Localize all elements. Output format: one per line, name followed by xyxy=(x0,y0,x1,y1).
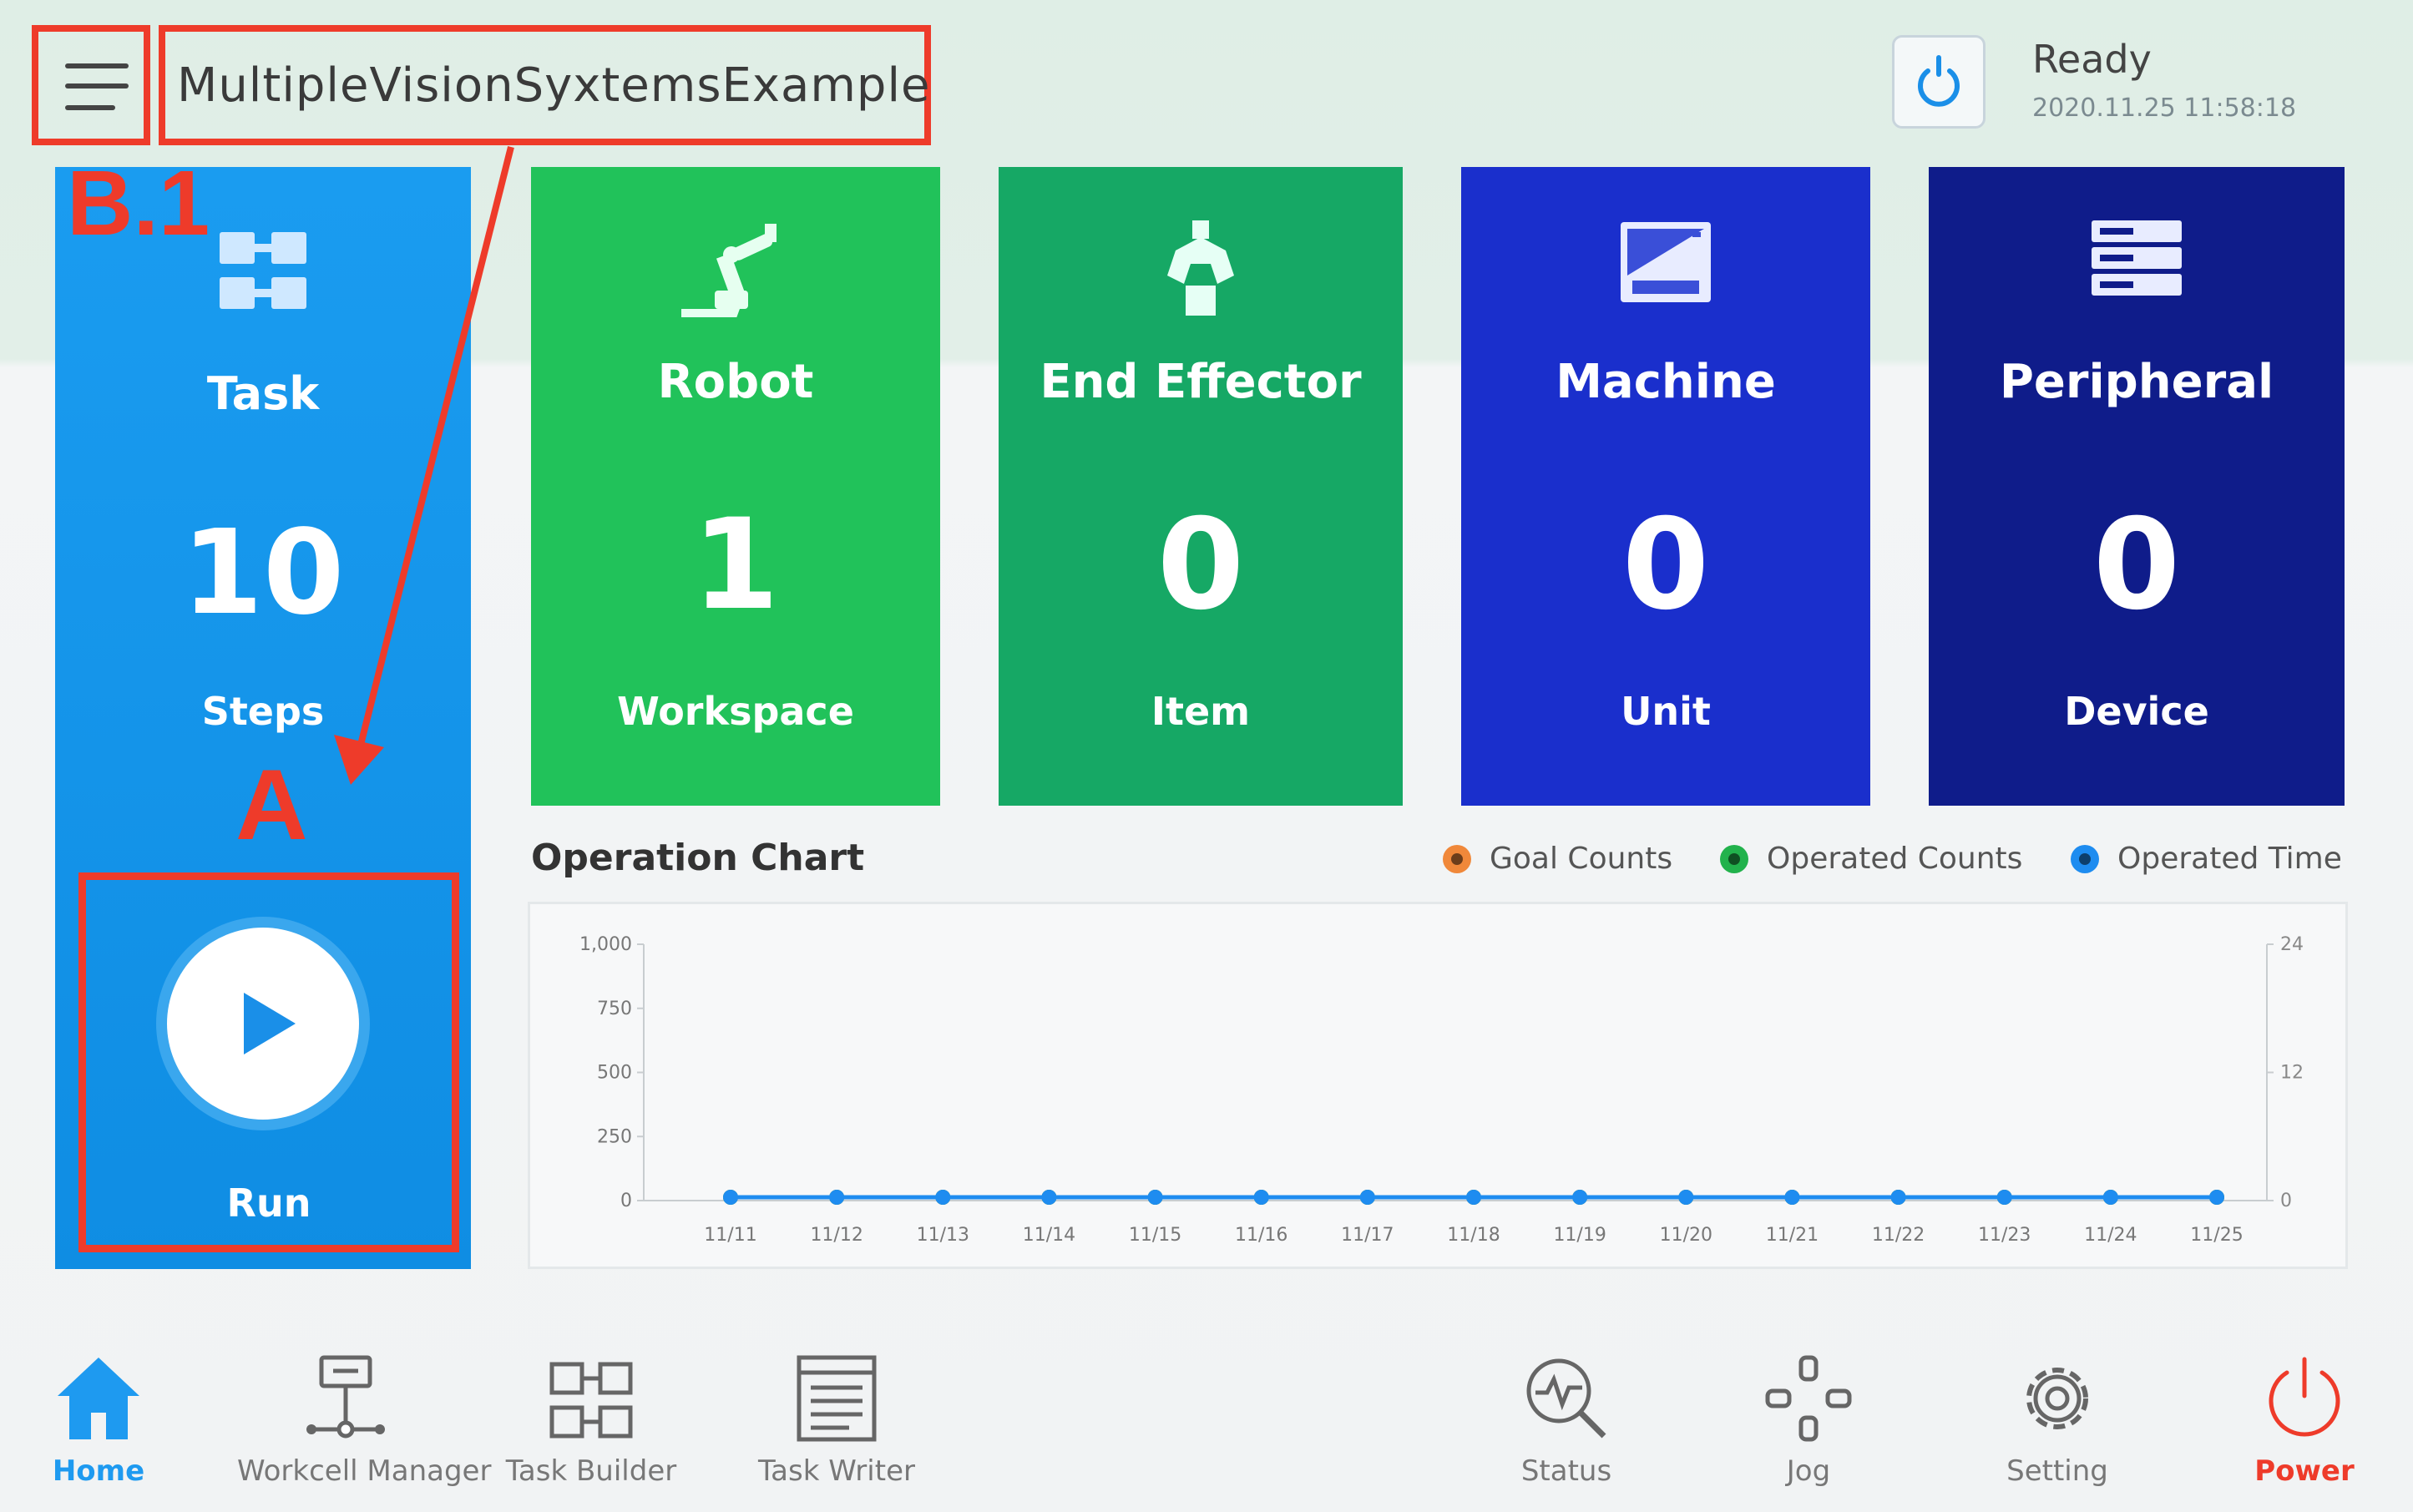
y-right-tick-label: 24 xyxy=(2280,934,2304,955)
nav-workcell-manager-label: Workcell Manager xyxy=(237,1454,492,1488)
x-tick-label: 11/14 xyxy=(1023,1225,1075,1246)
peripheral-card-count: 0 xyxy=(2092,493,2181,638)
operation-chart-panel: 1,000 750 500 250 0 24 12 0 11/11 11/12 11/13 11/14… xyxy=(528,902,2348,1269)
gripper-icon xyxy=(1167,220,1234,316)
nav-power[interactable]: Power xyxy=(2196,1327,2413,1512)
y-left-tick-label: 500 xyxy=(597,1063,632,1084)
nav-workcell-manager[interactable]: Workcell Manager xyxy=(237,1327,492,1512)
annotation-label-b1: B.1 xyxy=(67,152,210,255)
nav-home-label: Home xyxy=(52,1454,145,1488)
nav-jog[interactable]: Jog xyxy=(1700,1327,1917,1512)
nav-jog-label: Jog xyxy=(1786,1454,1831,1488)
x-tick-label: 11/18 xyxy=(1447,1225,1500,1246)
series-point xyxy=(1359,1190,1375,1205)
workcell-icon xyxy=(306,1355,385,1439)
nav-setting-label: Setting xyxy=(2006,1454,2108,1488)
task-builder-icon xyxy=(549,1362,633,1439)
nav-status-label: Status xyxy=(1520,1454,1612,1488)
jog-icon xyxy=(1765,1355,1852,1442)
series-point xyxy=(2209,1190,2224,1205)
x-tick-label: 11/19 xyxy=(1553,1225,1606,1246)
machine-card-count: 0 xyxy=(1621,493,1710,638)
series-point xyxy=(1996,1190,2012,1205)
series-point xyxy=(1572,1190,1588,1205)
nav-power-label: Power xyxy=(2254,1454,2355,1488)
y-left-tick-label: 750 xyxy=(597,999,632,1019)
machine-icon xyxy=(1621,222,1711,302)
legend-label-operated-counts: Operated Counts xyxy=(1767,842,2023,876)
server-icon xyxy=(2092,220,2182,296)
y-left-tick-label: 0 xyxy=(620,1191,632,1211)
machine-card-unit: Unit xyxy=(1621,689,1711,734)
series-point xyxy=(935,1190,951,1205)
home-icon xyxy=(58,1358,139,1439)
robot-card-unit: Workspace xyxy=(617,689,854,734)
legend-operated-counts[interactable]: Operated Counts xyxy=(1720,842,2022,876)
robot-arm-icon xyxy=(681,224,777,317)
annotation-label-a: A xyxy=(235,749,308,861)
y-left-tick-label: 1,000 xyxy=(579,934,632,955)
x-tick-label: 11/11 xyxy=(704,1225,756,1246)
series-point xyxy=(829,1190,845,1205)
legend-label-goal: Goal Counts xyxy=(1490,842,1673,876)
series-point xyxy=(1253,1190,1269,1205)
series-point xyxy=(1147,1190,1163,1205)
x-tick-label: 11/17 xyxy=(1341,1225,1394,1246)
nav-setting[interactable]: Setting xyxy=(1949,1327,2166,1512)
power-icon xyxy=(2269,1357,2340,1437)
x-tick-label: 11/15 xyxy=(1129,1225,1181,1246)
x-tick-label: 11/23 xyxy=(1978,1225,2031,1246)
nav-status[interactable]: Status xyxy=(1458,1327,1675,1512)
end-effector-card-unit: Item xyxy=(1151,689,1251,734)
series-point xyxy=(1678,1190,1694,1205)
robot-card[interactable]: Robot 1 Workspace xyxy=(531,167,940,806)
series-point xyxy=(723,1190,738,1205)
series-point xyxy=(1041,1190,1057,1205)
series-point xyxy=(1890,1190,1906,1205)
status-icon xyxy=(1526,1358,1606,1439)
y-right-tick-label: 12 xyxy=(2280,1063,2304,1084)
x-tick-label: 11/22 xyxy=(1872,1225,1925,1246)
legend-operated-time[interactable]: Operated Time xyxy=(2071,842,2342,876)
bottom-navigation: Home Workcell Manager Task Builder Task … xyxy=(0,1327,2413,1512)
peripheral-card-title: Peripheral xyxy=(1999,355,2274,409)
robot-card-title: Robot xyxy=(657,355,814,409)
peripheral-card-unit: Device xyxy=(2064,689,2209,734)
nav-task-builder-label: Task Builder xyxy=(505,1454,677,1488)
nav-task-builder[interactable]: Task Builder xyxy=(483,1327,700,1512)
machine-card[interactable]: Machine 0 Unit xyxy=(1461,167,1870,806)
end-effector-card-title: End Effector xyxy=(1040,355,1362,409)
series-point xyxy=(1784,1190,1800,1205)
x-tick-label: 11/20 xyxy=(1660,1225,1712,1246)
robot-card-count: 1 xyxy=(691,493,780,638)
x-tick-label: 11/25 xyxy=(2190,1225,2243,1246)
x-tick-label: 11/16 xyxy=(1235,1225,1287,1246)
x-tick-label: 11/12 xyxy=(810,1225,863,1246)
gear-icon xyxy=(2026,1368,2088,1429)
legend-dot-operated-time xyxy=(2071,844,2099,873)
x-tick-label: 11/24 xyxy=(2084,1225,2137,1246)
task-writer-icon xyxy=(797,1355,877,1442)
legend-dot-goal xyxy=(1443,844,1471,873)
y-right-tick-label: 0 xyxy=(2280,1191,2292,1211)
nav-home[interactable]: Home xyxy=(0,1327,207,1512)
end-effector-card-count: 0 xyxy=(1156,493,1245,638)
nav-task-writer[interactable]: Task Writer xyxy=(728,1327,945,1512)
nav-task-writer-label: Task Writer xyxy=(758,1454,915,1488)
end-effector-card[interactable]: End Effector 0 Item xyxy=(999,167,1403,806)
machine-card-title: Machine xyxy=(1556,355,1776,409)
chart-title: Operation Chart xyxy=(531,837,865,879)
series-point xyxy=(2102,1190,2118,1205)
y-left-tick-label: 250 xyxy=(597,1126,632,1147)
x-tick-label: 11/13 xyxy=(917,1225,969,1246)
operation-chart: 1,000 750 500 250 0 24 12 0 11/11 11/12 11/13 11/14… xyxy=(579,934,2304,1246)
x-tick-label: 11/21 xyxy=(1766,1225,1819,1246)
legend-goal-counts[interactable]: Goal Counts xyxy=(1443,842,1672,876)
legend-label-operated-time: Operated Time xyxy=(2117,842,2342,876)
peripheral-card[interactable]: Peripheral 0 Device xyxy=(1929,167,2345,806)
legend-dot-operated-counts xyxy=(1720,844,1748,873)
series-point xyxy=(1466,1190,1481,1205)
